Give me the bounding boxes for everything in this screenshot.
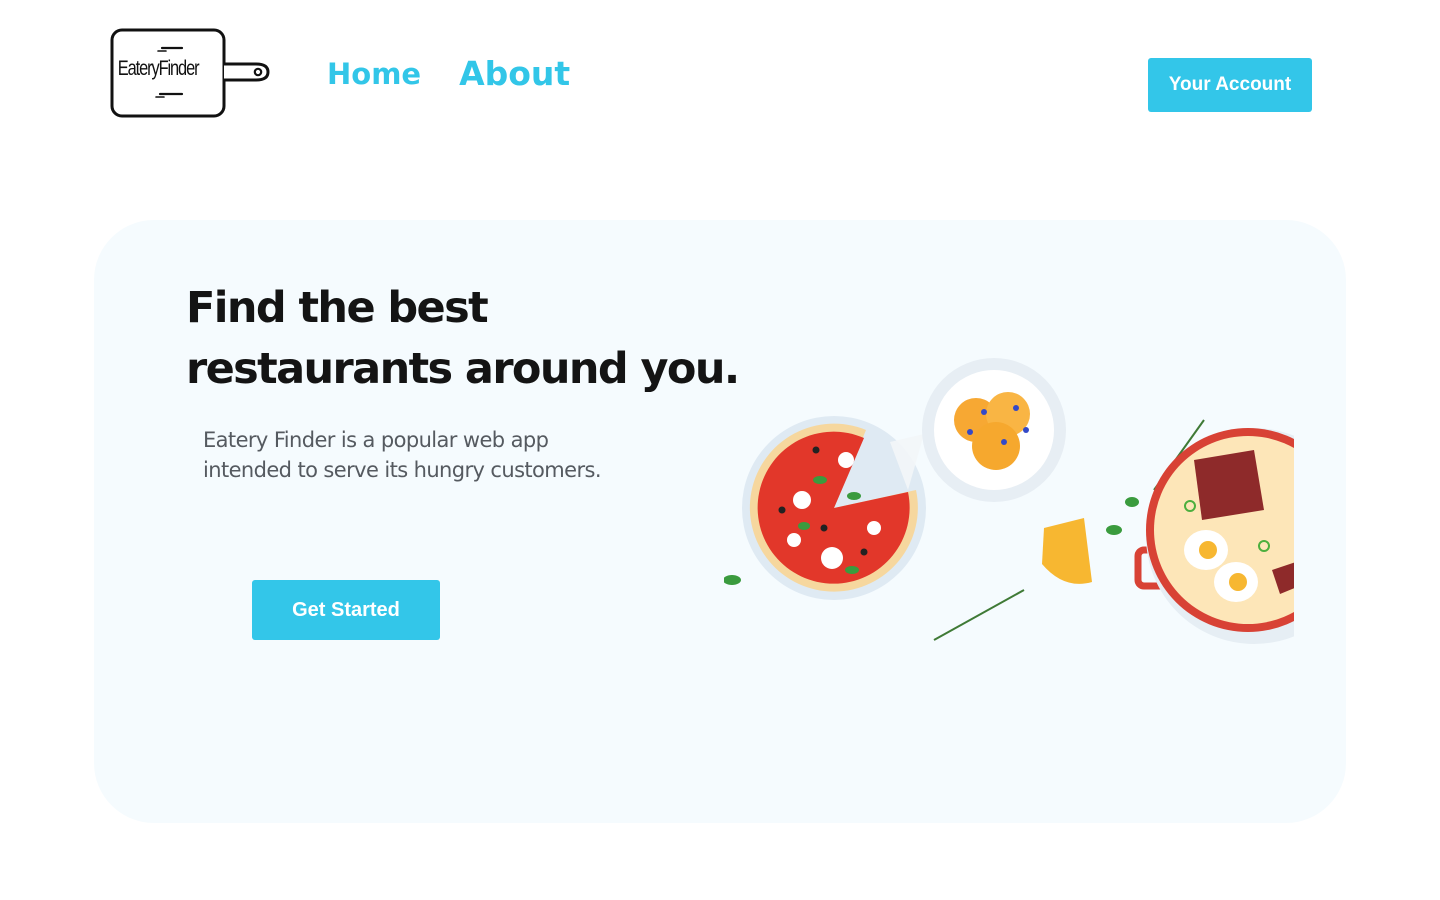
nav-about-link[interactable]: About [459,54,570,94]
ramen-bowl-icon [1134,428,1294,644]
leaf-icon [1106,525,1122,535]
your-account-button[interactable]: Your Account [1148,58,1312,112]
cheese-icon [1042,518,1092,584]
logo[interactable]: EateryFinder [108,26,272,120]
get-started-button[interactable]: Get Started [252,580,440,640]
pizza-icon [742,416,926,600]
nav-home-link[interactable]: Home [327,54,421,94]
food-illustration [724,358,1294,644]
leaf-icon [1125,497,1139,507]
hero-title: Find the best restaurants around you. [186,278,746,400]
hero-title-line2: restaurants around you. [186,344,740,394]
main-nav: Home About [327,54,570,94]
page: EateryFinder Home About Your Account Fin… [0,0,1440,900]
hero-description: Eatery Finder is a popular web app inten… [203,428,602,482]
pancakes-icon [922,358,1066,502]
leaf-icon [724,575,741,585]
hero-title-line1: Find the best [186,283,489,333]
logo-text: EateryFinder [117,57,200,80]
hero-card: Find the best restaurants around you. Ea… [94,220,1346,823]
